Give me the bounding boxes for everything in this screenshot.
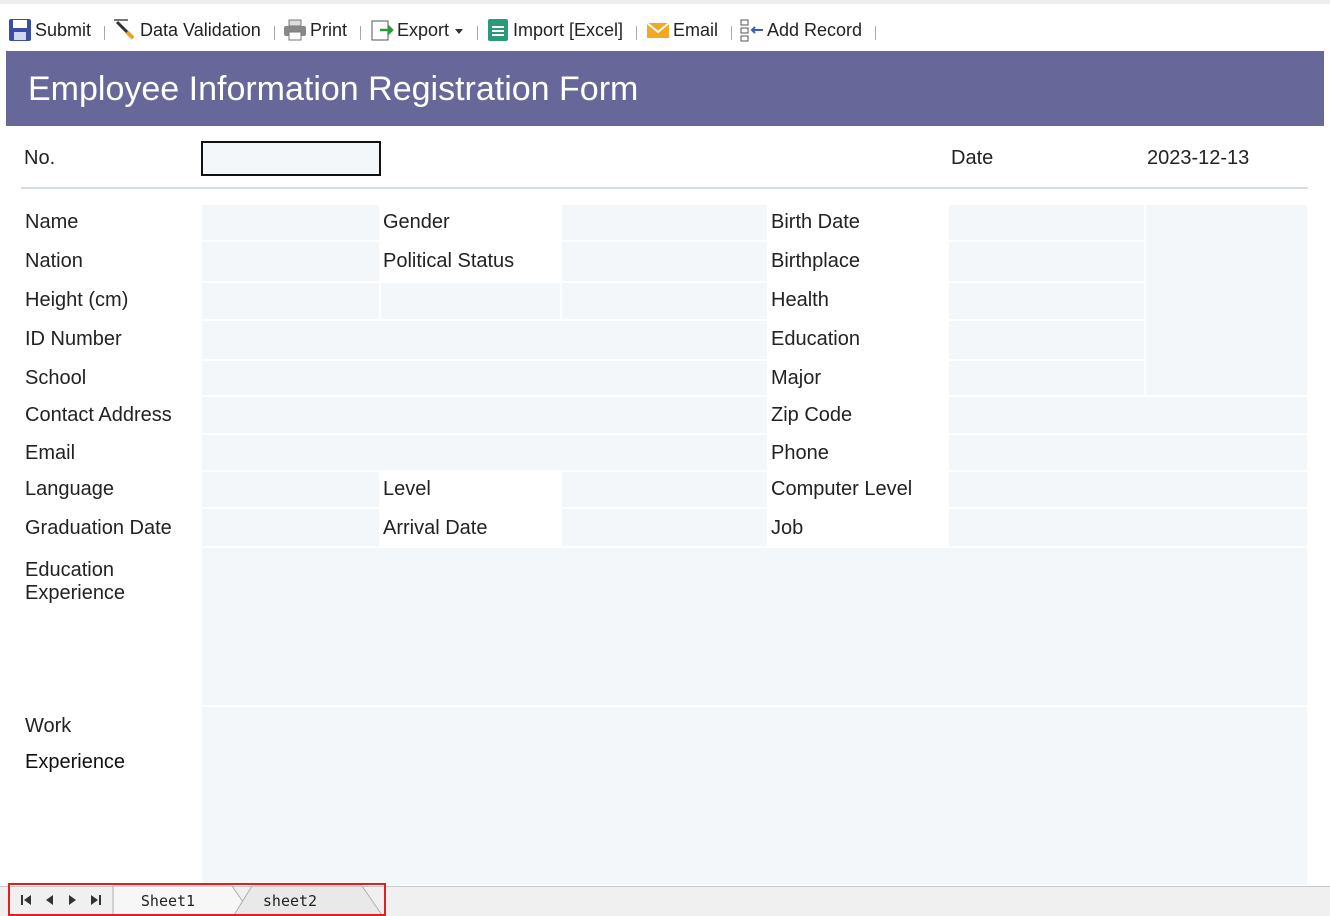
phone-field[interactable] bbox=[949, 435, 1308, 471]
nation-label: Nation bbox=[25, 250, 83, 272]
email-field[interactable] bbox=[202, 435, 768, 471]
language-label: Language bbox=[25, 478, 114, 500]
nation-field[interactable] bbox=[202, 242, 380, 282]
job-label: Job bbox=[771, 517, 804, 539]
no-input[interactable] bbox=[201, 141, 381, 176]
page-title: Employee Information Registration Form bbox=[28, 70, 639, 108]
name-label: Name bbox=[25, 211, 79, 233]
work-experience-field[interactable] bbox=[202, 707, 1308, 886]
add-record-icon bbox=[740, 18, 764, 42]
birthplace-label: Birthplace bbox=[771, 250, 860, 272]
toolbar-separator bbox=[360, 26, 361, 40]
toolbar-separator bbox=[731, 26, 732, 40]
id-number-label: ID Number bbox=[25, 328, 122, 350]
education-experience-label-line1: Education bbox=[25, 559, 114, 581]
photo-area[interactable] bbox=[1146, 205, 1308, 396]
sheet-tabs-highlight bbox=[8, 883, 386, 916]
job-field[interactable] bbox=[949, 509, 1308, 547]
graduation-date-label: Graduation Date bbox=[25, 517, 172, 539]
work-experience-label-line1: Work bbox=[25, 715, 72, 737]
submit-button[interactable]: Submit bbox=[8, 17, 91, 43]
data-validation-label: Data Validation bbox=[140, 19, 261, 40]
height-label: Height (cm) bbox=[25, 289, 129, 311]
email-label: Email bbox=[25, 442, 76, 464]
import-excel-button[interactable]: Import [Excel] bbox=[486, 17, 623, 43]
major-label: Major bbox=[771, 367, 822, 389]
add-record-button[interactable]: Add Record bbox=[740, 17, 862, 43]
no-label: No. bbox=[24, 147, 56, 169]
level-field[interactable] bbox=[562, 472, 768, 508]
education-label: Education bbox=[771, 328, 860, 350]
political-status-field[interactable] bbox=[562, 242, 768, 282]
divider bbox=[21, 187, 1308, 189]
contact-address-field[interactable] bbox=[202, 397, 768, 434]
education-experience-field[interactable] bbox=[202, 548, 1308, 706]
school-label: School bbox=[25, 367, 87, 389]
toolbar: Submit Data Validation Print Export Impo… bbox=[0, 0, 1330, 50]
import-excel-label: Import [Excel] bbox=[513, 19, 624, 40]
computer-level-label: Computer Level bbox=[771, 478, 913, 500]
gender-label: Gender bbox=[383, 211, 450, 233]
wand-icon bbox=[113, 18, 137, 42]
submit-label: Submit bbox=[35, 19, 92, 40]
chevron-down-icon bbox=[455, 28, 464, 34]
birth-date-label: Birth Date bbox=[771, 211, 860, 233]
education-field[interactable] bbox=[949, 321, 1145, 360]
major-field[interactable] bbox=[949, 361, 1145, 396]
export-dropdown[interactable]: Export bbox=[370, 17, 464, 43]
contact-address-label: Contact Address bbox=[25, 404, 172, 426]
work-experience-label-line2: Experience bbox=[25, 751, 126, 773]
toolbar-separator bbox=[104, 26, 105, 40]
registration-form: No. Date 2023-12-13 Name Gender Birth Da… bbox=[6, 126, 1324, 886]
envelope-icon bbox=[646, 18, 670, 42]
health-label: Health bbox=[771, 289, 829, 311]
arrival-date-field[interactable] bbox=[562, 509, 768, 547]
gender-field[interactable] bbox=[562, 205, 768, 241]
school-field[interactable] bbox=[202, 361, 768, 396]
form-header-banner: Employee Information Registration Form bbox=[6, 51, 1324, 126]
print-label: Print bbox=[310, 19, 348, 40]
weight-field[interactable] bbox=[381, 283, 561, 320]
graduation-date-field[interactable] bbox=[202, 509, 380, 547]
toolbar-separator bbox=[636, 26, 637, 40]
health-field[interactable] bbox=[949, 283, 1145, 320]
language-field[interactable] bbox=[202, 472, 380, 508]
zip-code-label: Zip Code bbox=[771, 404, 853, 426]
toolbar-separator bbox=[875, 26, 876, 40]
excel-icon bbox=[486, 18, 510, 42]
save-icon bbox=[8, 18, 32, 42]
toolbar-separator bbox=[274, 26, 275, 40]
height-field[interactable] bbox=[202, 283, 380, 320]
arrival-date-label: Arrival Date bbox=[383, 517, 488, 539]
print-button[interactable]: Print bbox=[283, 17, 347, 43]
email-label: Email bbox=[673, 19, 719, 40]
export-label: Export bbox=[397, 19, 450, 40]
computer-level-field[interactable] bbox=[949, 472, 1308, 508]
phone-label: Phone bbox=[771, 442, 829, 464]
extra-field[interactable] bbox=[562, 283, 768, 320]
birthplace-field[interactable] bbox=[949, 242, 1145, 282]
level-label: Level bbox=[383, 478, 431, 500]
data-validation-button[interactable]: Data Validation bbox=[113, 17, 261, 43]
political-status-label: Political Status bbox=[383, 250, 515, 272]
date-label: Date bbox=[951, 147, 994, 169]
email-button[interactable]: Email bbox=[646, 17, 718, 43]
add-record-label: Add Record bbox=[767, 19, 863, 40]
name-field[interactable] bbox=[202, 205, 380, 241]
toolbar-separator bbox=[477, 26, 478, 40]
birth-date-field[interactable] bbox=[949, 205, 1145, 241]
id-number-field[interactable] bbox=[202, 321, 768, 360]
export-icon bbox=[370, 18, 394, 42]
printer-icon bbox=[283, 18, 307, 42]
zip-code-field[interactable] bbox=[949, 397, 1308, 434]
date-value[interactable]: 2023-12-13 bbox=[1147, 147, 1249, 170]
education-experience-label-line2: Experience bbox=[25, 582, 126, 604]
